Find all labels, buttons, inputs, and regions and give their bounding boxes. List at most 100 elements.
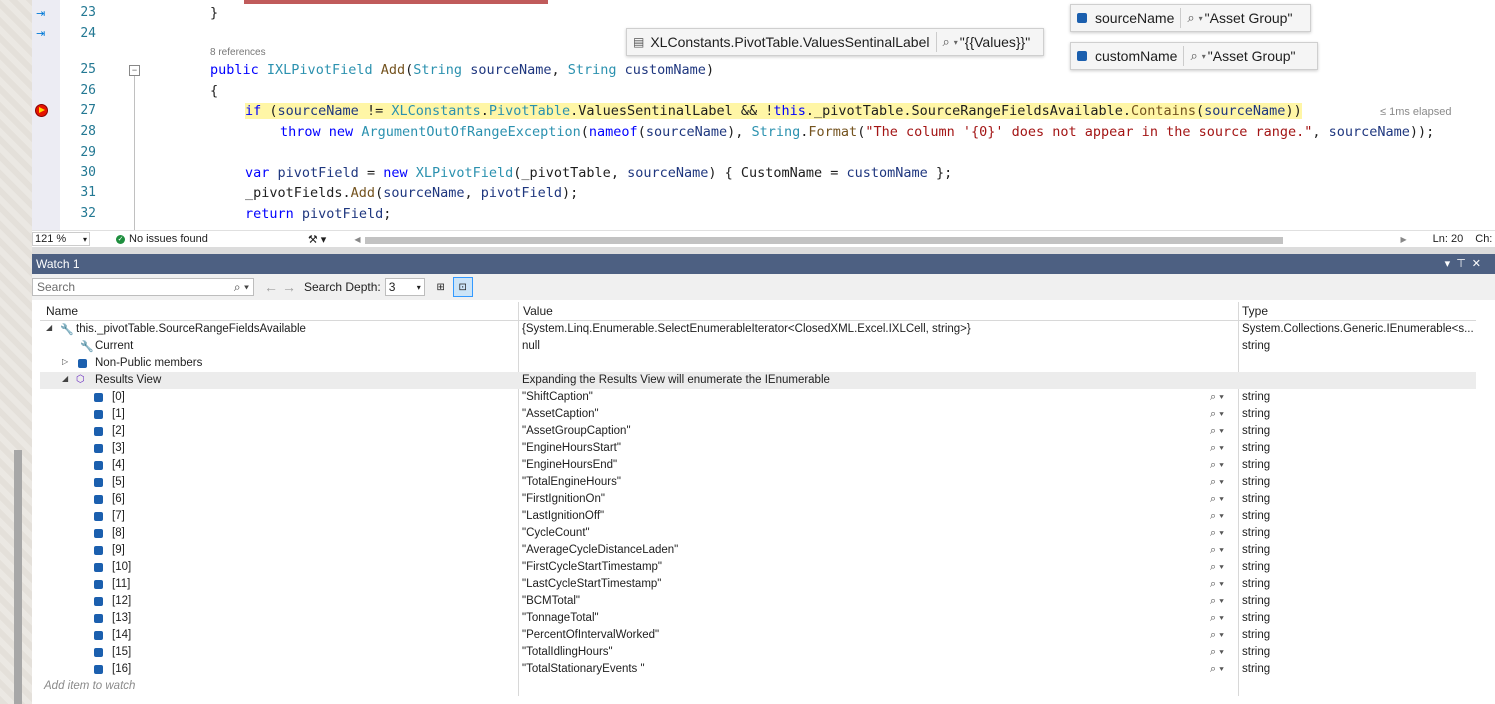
column-header-name[interactable]: Name bbox=[46, 304, 78, 318]
search-input[interactable]: Search ⌕ ▾ bbox=[32, 278, 254, 296]
breakpoint-icon[interactable] bbox=[35, 104, 48, 117]
datatip-sentinal-label[interactable]: ▤ XLConstants.PivotTable.ValuesSentinalL… bbox=[626, 28, 1044, 56]
table-row[interactable]: [1] "AssetCaption" ⌕ ▾ string bbox=[40, 406, 1476, 423]
table-row[interactable]: ◢ ⬡ Results View Expanding the Results V… bbox=[40, 372, 1476, 389]
item-index[interactable]: [3] bbox=[112, 442, 125, 454]
item-index[interactable]: [10] bbox=[112, 561, 131, 573]
bookmark-icon[interactable]: ⇥ bbox=[36, 9, 50, 20]
issues-indicator[interactable]: No issues found bbox=[129, 233, 208, 245]
collapse-arrow-icon[interactable]: ◢ bbox=[62, 374, 68, 383]
add-watch-row[interactable]: Add item to watch bbox=[40, 678, 1476, 695]
item-index[interactable]: [7] bbox=[112, 510, 125, 522]
item-index[interactable]: [11] bbox=[112, 578, 130, 590]
scroll-right-icon[interactable]: ▶ bbox=[1401, 235, 1407, 244]
code-line[interactable]: return pivotField; bbox=[245, 206, 391, 222]
window-menu-icon[interactable]: ▾ bbox=[1445, 258, 1457, 270]
zoom-dropdown[interactable]: 121 % ▾ bbox=[32, 232, 90, 246]
item-index[interactable]: [15] bbox=[112, 646, 131, 658]
item-index[interactable]: [13] bbox=[112, 612, 131, 624]
item-value[interactable]: "AssetCaption" bbox=[522, 408, 599, 420]
code-line-current[interactable]: if (sourceName != XLConstants.PivotTable… bbox=[245, 103, 1302, 119]
forward-arrow-icon[interactable]: → bbox=[282, 279, 296, 295]
table-row[interactable]: ▷ Non-Public members bbox=[40, 355, 1476, 372]
collapse-arrow-icon[interactable]: ◢ bbox=[46, 323, 52, 332]
item-value[interactable]: "TonnageTotal" bbox=[522, 612, 599, 624]
datatip-value[interactable]: "{{Values}}" bbox=[960, 34, 1030, 50]
chevron-down-icon[interactable]: ▾ bbox=[1202, 52, 1206, 61]
table-row[interactable]: [7] "LastIgnitionOff" ⌕ ▾ string bbox=[40, 508, 1476, 525]
table-row[interactable]: [8] "CycleCount" ⌕ ▾ string bbox=[40, 525, 1476, 542]
chevron-down-icon[interactable]: ▾ bbox=[1199, 14, 1203, 23]
expand-arrow-icon[interactable]: ▷ bbox=[62, 357, 68, 366]
text-visualizer-icon[interactable]: ⌕ ▾ bbox=[1210, 544, 1224, 557]
datatip-sourcename[interactable]: sourceName ⌕ ▾ "Asset Group" bbox=[1070, 4, 1311, 32]
text-visualizer-icon[interactable]: ⌕ ▾ bbox=[1210, 612, 1224, 625]
search-icon[interactable]: ⌕ bbox=[1187, 10, 1194, 26]
horizontal-scrollbar[interactable] bbox=[361, 233, 1401, 245]
item-value[interactable]: "FirstIgnitionOn" bbox=[522, 493, 605, 505]
back-arrow-icon[interactable]: ← bbox=[264, 279, 278, 295]
code-line[interactable]: public IXLPivotField Add(String sourceNa… bbox=[210, 62, 714, 78]
table-row[interactable]: [10] "FirstCycleStartTimestamp" ⌕ ▾ string bbox=[40, 559, 1476, 576]
code-editor[interactable]: ⇥ ⇥ 23 24 25 26 27 28 29 30 31 32 − } 8 … bbox=[32, 0, 1495, 230]
item-index[interactable]: [9] bbox=[112, 544, 125, 556]
table-row[interactable]: [6] "FirstIgnitionOn" ⌕ ▾ string bbox=[40, 491, 1476, 508]
item-index[interactable]: [12] bbox=[112, 595, 131, 607]
text-visualizer-icon[interactable]: ⌕ ▾ bbox=[1210, 527, 1224, 540]
item-index[interactable]: [0] bbox=[112, 391, 125, 403]
table-row[interactable]: [15] "TotalIdlingHours" ⌕ ▾ string bbox=[40, 644, 1476, 661]
item-value[interactable]: "TotalIdlingHours" bbox=[522, 646, 613, 658]
text-visualizer-icon[interactable]: ⌕ ▾ bbox=[1210, 425, 1224, 438]
table-row[interactable]: [12] "BCMTotal" ⌕ ▾ string bbox=[40, 593, 1476, 610]
table-row[interactable]: ◢ 🔧 this._pivotTable.SourceRangeFieldsAv… bbox=[40, 321, 1476, 338]
table-row[interactable]: [11] "LastCycleStartTimestamp" ⌕ ▾ string bbox=[40, 576, 1476, 593]
table-row[interactable]: [3] "EngineHoursStart" ⌕ ▾ string bbox=[40, 440, 1476, 457]
item-value[interactable]: "ShiftCaption" bbox=[522, 391, 593, 403]
item-value[interactable]: "LastCycleStartTimestamp" bbox=[522, 578, 661, 590]
search-icon[interactable]: ⌕ ▾ bbox=[234, 280, 249, 295]
brush-icon[interactable]: ⚒ ▾ bbox=[308, 233, 326, 246]
text-visualizer-icon[interactable]: ⌕ ▾ bbox=[1210, 629, 1224, 642]
table-row[interactable]: [14] "PercentOfIntervalWorked" ⌕ ▾ string bbox=[40, 627, 1476, 644]
text-visualizer-icon[interactable]: ⌕ ▾ bbox=[1210, 578, 1224, 591]
table-row[interactable]: [5] "TotalEngineHours" ⌕ ▾ string bbox=[40, 474, 1476, 491]
item-value[interactable]: "TotalStationaryEvents " bbox=[522, 663, 645, 675]
item-value[interactable]: "CycleCount" bbox=[522, 527, 590, 539]
table-row[interactable]: [9] "AverageCycleDistanceLaden" ⌕ ▾ string bbox=[40, 542, 1476, 559]
text-visualizer-icon[interactable]: ⌕ ▾ bbox=[1210, 391, 1224, 404]
item-value[interactable]: "TotalEngineHours" bbox=[522, 476, 621, 488]
item-index[interactable]: [5] bbox=[112, 476, 125, 488]
table-row[interactable]: [16] "TotalStationaryEvents " ⌕ ▾ string bbox=[40, 661, 1476, 678]
hex-toggle-icon[interactable]: ⊡ bbox=[452, 277, 473, 297]
text-visualizer-icon[interactable]: ⌕ ▾ bbox=[1210, 493, 1224, 506]
scrollbar-thumb[interactable] bbox=[364, 237, 1283, 244]
code-line[interactable]: var pivotField = new XLPivotField(_pivot… bbox=[245, 165, 952, 181]
search-icon[interactable]: ⌕ bbox=[1190, 48, 1197, 64]
search-depth-dropdown[interactable]: 3 ▾ bbox=[384, 278, 425, 296]
text-visualizer-icon[interactable]: ⌕ ▾ bbox=[1210, 459, 1224, 472]
item-index[interactable]: [8] bbox=[112, 527, 125, 539]
item-value[interactable]: "AverageCycleDistanceLaden" bbox=[522, 544, 678, 556]
item-value[interactable]: "EngineHoursEnd" bbox=[522, 459, 617, 471]
item-value[interactable]: "PercentOfIntervalWorked" bbox=[522, 629, 659, 641]
item-value[interactable]: "AssetGroupCaption" bbox=[522, 425, 631, 437]
item-index[interactable]: [14] bbox=[112, 629, 131, 641]
table-row[interactable]: [0] "ShiftCaption" ⌕ ▾ string bbox=[40, 389, 1476, 406]
chevron-down-icon[interactable]: ▾ bbox=[954, 38, 958, 47]
text-visualizer-icon[interactable]: ⌕ ▾ bbox=[1210, 646, 1224, 659]
table-row[interactable]: [2] "AssetGroupCaption" ⌕ ▾ string bbox=[40, 423, 1476, 440]
item-value[interactable]: "LastIgnitionOff" bbox=[522, 510, 604, 522]
column-header-type[interactable]: Type bbox=[1242, 304, 1268, 318]
vertical-scrollbar[interactable] bbox=[14, 450, 22, 704]
item-index[interactable]: [6] bbox=[112, 493, 125, 505]
bookmark-icon[interactable]: ⇥ bbox=[36, 29, 50, 40]
text-visualizer-icon[interactable]: ⌕ ▾ bbox=[1210, 408, 1224, 421]
datatip-value[interactable]: "Asset Group" bbox=[1205, 10, 1293, 26]
item-index[interactable]: [16] bbox=[112, 663, 131, 675]
code-line[interactable]: { bbox=[210, 83, 218, 99]
datatip-value[interactable]: "Asset Group" bbox=[1208, 48, 1296, 64]
table-row[interactable]: [13] "TonnageTotal" ⌕ ▾ string bbox=[40, 610, 1476, 627]
text-visualizer-icon[interactable]: ⌕ ▾ bbox=[1210, 561, 1224, 574]
text-visualizer-icon[interactable]: ⌕ ▾ bbox=[1210, 663, 1224, 676]
collapse-toggle[interactable]: − bbox=[129, 65, 140, 76]
